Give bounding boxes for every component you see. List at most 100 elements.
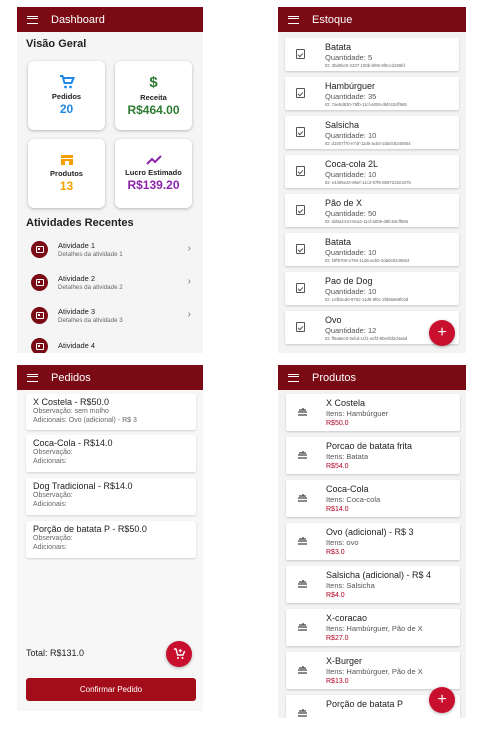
app-bar-title: Produtos (312, 371, 357, 384)
stock-item-name: Pão de X (325, 198, 363, 208)
product-price: R$54.0 (326, 463, 349, 470)
food-icon (298, 408, 307, 416)
stock-item[interactable]: Salsicha Quantidade: 10 ID: d1007f70-e74f-… (285, 116, 459, 149)
add-to-cart-button[interactable] (166, 641, 192, 667)
clipboard-check-icon (296, 88, 305, 98)
stock-screen: Estoque Batata Quantidade: 5 ID: 3bd0bc0-2… (278, 7, 466, 353)
menu-icon[interactable] (288, 15, 299, 24)
product-name: X-Burger (326, 656, 363, 666)
order-title: X Costela - R$50.0 (33, 397, 110, 407)
clipboard-check-icon (296, 244, 305, 254)
menu-icon[interactable] (27, 15, 38, 24)
product-items: Itens: ovo (326, 538, 359, 547)
stock-item-id: ID: ff6a8ec0-0ebd-11f1-a2f3-8be0fd2d4a6d (325, 336, 408, 341)
product-item[interactable]: Ovo (adicional) - R$ 3 Itens: ovo R$3.0 (286, 523, 460, 560)
stock-item-quantity: Quantidade: 12 (325, 326, 377, 335)
stock-item[interactable]: Pao de Dog Quantidade: 10 ID: 1efb2ed0-978… (285, 272, 459, 305)
order-item[interactable]: Coca-Cola - R$14.0 Observação: Adicionai… (26, 435, 196, 472)
activity-title: Atividade 4 (58, 341, 96, 350)
stock-item[interactable]: Pão de X Quantidade: 50 ID: dd0a4410-6ea2-… (285, 194, 459, 227)
food-icon (298, 451, 307, 459)
order-item[interactable]: Dog Tradicional - R$14.0 Observação: Adi… (26, 478, 196, 515)
product-name: Salsicha (adicional) - R$ 4 (326, 570, 432, 580)
stock-item-id: ID: d1007f70-e74f-11d6-acb0-2da0c8246604 (325, 141, 411, 146)
menu-icon[interactable] (27, 373, 38, 382)
order-additionals: Adicionais: (33, 501, 67, 508)
order-observation: Observação: (33, 535, 73, 542)
store-icon (60, 155, 73, 165)
product-item[interactable]: X Costela Itens: Hambúrguer R$50.0 (286, 394, 460, 431)
orders-screen: Pedidos X Costela - R$50.0 Observação: s… (17, 365, 203, 711)
order-observation: Observação: (33, 449, 73, 456)
clipboard-check-icon (296, 322, 305, 332)
stock-item-name: Batata (325, 237, 352, 247)
overview-heading: Visão Geral (26, 38, 87, 50)
stock-item[interactable]: Batata Quantidade: 10 ID: f4ff9700-e794-11… (285, 233, 459, 266)
orders-card[interactable]: Pedidos 20 (28, 61, 105, 130)
stock-item-name: Coca-cola 2L (325, 159, 379, 169)
menu-icon[interactable] (288, 373, 299, 382)
dashboard-app-bar: Dashboard (17, 7, 203, 32)
stock-item-name: Hambúrguer (325, 81, 376, 91)
activity-item[interactable]: Atividade 4 (31, 335, 191, 353)
order-total: Total: R$131.0 (26, 648, 85, 658)
chevron-right-icon: › (187, 243, 191, 254)
order-item[interactable]: Porção de batata P - R$50.0 Observação: … (26, 521, 196, 558)
product-name: X-coracao (326, 613, 368, 623)
product-name: Porcao de batata frita (326, 441, 413, 451)
product-name: Coca-Cola (326, 484, 369, 494)
stock-item-quantity: Quantidade: 50 (325, 209, 377, 218)
calendar-icon (31, 337, 48, 353)
stock-item-id: ID: 1efb2ed0-9782-11d5-9f0c-3fd55659fc0d (325, 297, 409, 302)
product-price: R$13.0 (326, 678, 349, 685)
app-bar-title: Estoque (312, 13, 353, 26)
products-card[interactable]: Produtos 13 (28, 139, 105, 208)
activity-item[interactable]: Atividade 3 Detalhes da atividade 3 › (31, 304, 191, 326)
add-product-button[interactable]: + (429, 687, 455, 713)
stock-item-id: ID: 3bd0bc0-2337-100b-bf06-9f6ccd196fd (325, 63, 405, 68)
product-items: Itens: Salsicha (326, 581, 375, 590)
product-item[interactable]: Porcao de batata frita Itens: Batata R$54.… (286, 437, 460, 474)
activity-item[interactable]: Atividade 1 Detalhes da atividade 1 › (31, 238, 191, 260)
activity-title: Atividade 1 (58, 240, 96, 250)
order-observation: Observação: (33, 492, 73, 499)
revenue-card[interactable]: $ Receita R$464.00 (115, 61, 192, 130)
product-name: Porção de batata P (326, 699, 404, 709)
orders-card-value: 20 (59, 102, 74, 116)
dollar-icon: $ (149, 73, 158, 91)
order-additionals: Adicionais: (33, 544, 67, 551)
stock-item-name: Batata (325, 42, 352, 52)
stock-item[interactable]: Coca-cola 2L Quantidade: 10 ID: e4406e20-8… (285, 155, 459, 188)
product-item[interactable]: X-coracao Itens: Hambúrguer, Pão de X R$27… (286, 609, 460, 646)
activity-title: Atividade 2 (58, 273, 96, 283)
clipboard-check-icon (296, 166, 305, 176)
confirm-order-button[interactable]: Confirmar Pedido (26, 678, 196, 701)
clipboard-check-icon (296, 205, 305, 215)
product-item[interactable]: Salsicha (adicional) - R$ 4 Itens: Salsic… (286, 566, 460, 603)
stock-item[interactable]: Batata Quantidade: 5 ID: 3bd0bc0-2337-100b… (285, 38, 459, 71)
stock-item-quantity: Quantidade: 10 (325, 170, 377, 179)
stock-item-id: ID: dd0a4410-6ea2-11cf-a006-d6fc63cff665 (325, 219, 408, 224)
product-price: R$14.0 (326, 506, 349, 513)
product-item[interactable]: X-Burger Itens: Hambúrguer, Pão de X R$13.… (286, 652, 460, 689)
stock-app-bar: Estoque (278, 7, 466, 32)
activities-heading: Atividades Recentes (26, 217, 134, 229)
order-item[interactable]: X Costela - R$50.0 Observação: sem molho… (26, 394, 196, 430)
food-icon (298, 666, 307, 674)
product-item[interactable]: Coca-Cola Itens: Coca-cola R$14.0 (286, 480, 460, 517)
stock-item-quantity: Quantidade: 35 (325, 92, 377, 101)
order-observation: Observação: sem molho (33, 408, 109, 415)
profit-card[interactable]: Lucro Estimado R$139.20 (115, 139, 192, 208)
stock-item-id: ID: 7ae5d830-79fb-11cf-a006-d6fc63cff665 (325, 102, 407, 107)
clipboard-check-icon (296, 283, 305, 293)
activity-item[interactable]: Atividade 2 Detalhes da atividade 2 › (31, 271, 191, 293)
product-price: R$27.0 (326, 635, 349, 642)
revenue-card-value: R$464.00 (127, 102, 180, 117)
calendar-icon (31, 273, 48, 291)
app-bar-title: Pedidos (51, 371, 91, 384)
products-card-value: 13 (59, 179, 74, 193)
trending-up-icon (145, 155, 162, 165)
add-stock-button[interactable]: + (429, 320, 455, 346)
stock-item[interactable]: Hambúrguer Quantidade: 35 ID: 7ae5d830-79f… (285, 77, 459, 110)
profit-card-label: Lucro Estimado (125, 168, 182, 177)
